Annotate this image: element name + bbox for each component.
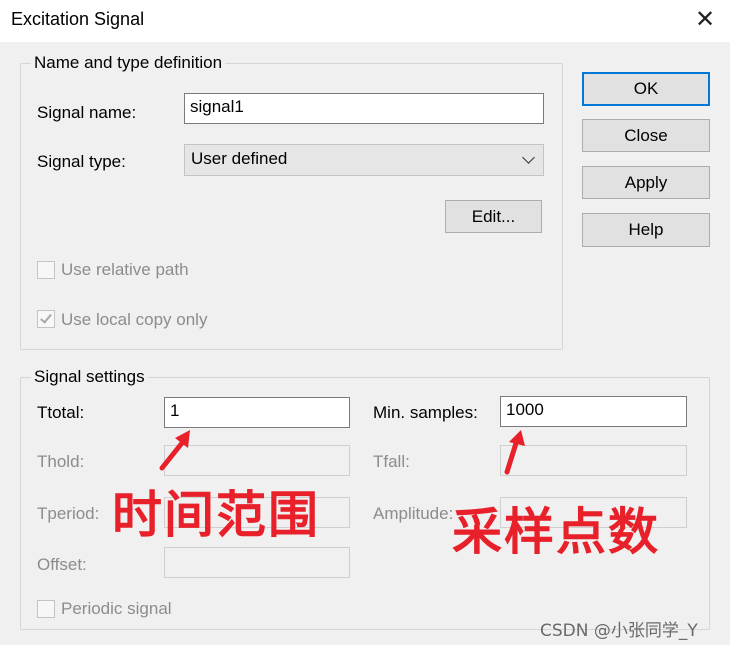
offset-label: Offset: (37, 555, 87, 574)
ttotal-label: Ttotal: (37, 403, 85, 422)
name-type-group-label: Name and type definition (31, 53, 226, 73)
help-button[interactable]: Help (582, 213, 710, 247)
ok-button[interactable]: OK (582, 72, 710, 106)
dialog-body: Name and type definition Signal name: si… (0, 42, 730, 645)
title-bar: Excitation Signal ✕ (0, 0, 730, 42)
close-icon[interactable]: ✕ (690, 6, 720, 34)
amplitude-label: Amplitude: (373, 504, 454, 523)
use-relative-path-label: Use relative path (61, 260, 189, 279)
offset-input[interactable] (164, 547, 350, 578)
signal-name-label: Signal name: (37, 103, 137, 122)
tfall-label: Tfall: (373, 452, 410, 471)
signal-type-value: User defined (191, 149, 288, 168)
check-icon (40, 311, 52, 324)
tperiod-label: Tperiod: (37, 504, 100, 523)
annotation-time-range: 时间范围 (112, 486, 320, 544)
edit-button[interactable]: Edit... (445, 200, 542, 233)
min-samples-label: Min. samples: (373, 403, 478, 422)
chevron-down-icon (522, 151, 535, 164)
arrow-time-range-icon (159, 430, 190, 471)
periodic-signal-checkbox[interactable] (37, 600, 55, 618)
annotation-sample-points: 采样点数 (452, 503, 660, 561)
periodic-signal-label: Periodic signal (61, 599, 172, 618)
apply-button[interactable]: Apply (582, 166, 710, 199)
window-title: Excitation Signal (11, 9, 145, 29)
use-relative-path-checkbox[interactable] (37, 261, 55, 279)
signal-settings-group-label: Signal settings (31, 367, 148, 387)
signal-name-input[interactable]: signal1 (184, 93, 544, 124)
signal-type-select[interactable]: User defined (184, 144, 544, 176)
use-local-copy-checkbox[interactable] (37, 310, 55, 328)
min-samples-input[interactable]: 1000 (500, 396, 687, 427)
arrow-sample-points-icon (504, 430, 525, 475)
thold-label: Thold: (37, 452, 85, 471)
close-button[interactable]: Close (582, 119, 710, 152)
watermark: CSDN @小张同学_Y (540, 621, 698, 641)
signal-type-label: Signal type: (37, 152, 126, 171)
use-local-copy-label: Use local copy only (61, 310, 208, 329)
